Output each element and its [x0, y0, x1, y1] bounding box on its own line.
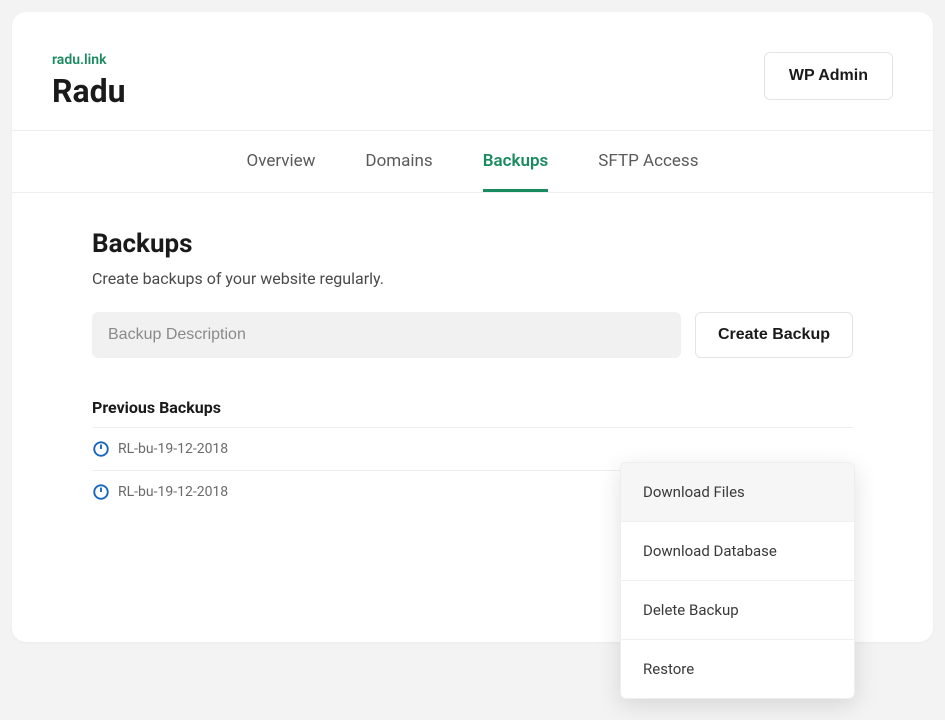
dropdown-download-files[interactable]: Download Files	[621, 463, 854, 522]
header: radu.link Radu WP Admin	[12, 12, 933, 130]
power-icon	[92, 440, 110, 458]
dropdown-delete-backup[interactable]: Delete Backup	[621, 581, 854, 640]
header-left: radu.link Radu	[52, 52, 126, 110]
previous-backups-title: Previous Backups	[92, 398, 853, 417]
wp-admin-button[interactable]: WP Admin	[764, 52, 893, 100]
tab-overview[interactable]: Overview	[247, 131, 316, 192]
dropdown-restore[interactable]: Restore	[621, 640, 854, 698]
create-backup-button[interactable]: Create Backup	[695, 312, 853, 358]
section-subtitle: Create backups of your website regularly…	[92, 269, 853, 288]
backup-name: RL-bu-19-12-2018	[118, 441, 228, 457]
backup-description-input[interactable]	[92, 312, 681, 358]
tab-domains[interactable]: Domains	[365, 131, 432, 192]
site-title: Radu	[52, 72, 126, 110]
backup-actions-dropdown: Download Files Download Database Delete …	[620, 462, 855, 699]
tabs: Overview Domains Backups SFTP Access	[12, 130, 933, 193]
domain-link[interactable]: radu.link	[52, 52, 126, 68]
main-card: radu.link Radu WP Admin Overview Domains…	[12, 12, 933, 642]
dropdown-download-database[interactable]: Download Database	[621, 522, 854, 581]
section-title: Backups	[92, 229, 853, 259]
backup-form: Create Backup	[92, 312, 853, 358]
power-icon	[92, 483, 110, 501]
tab-sftp-access[interactable]: SFTP Access	[598, 131, 698, 192]
tab-backups[interactable]: Backups	[483, 131, 549, 192]
backup-name: RL-bu-19-12-2018	[118, 484, 228, 500]
